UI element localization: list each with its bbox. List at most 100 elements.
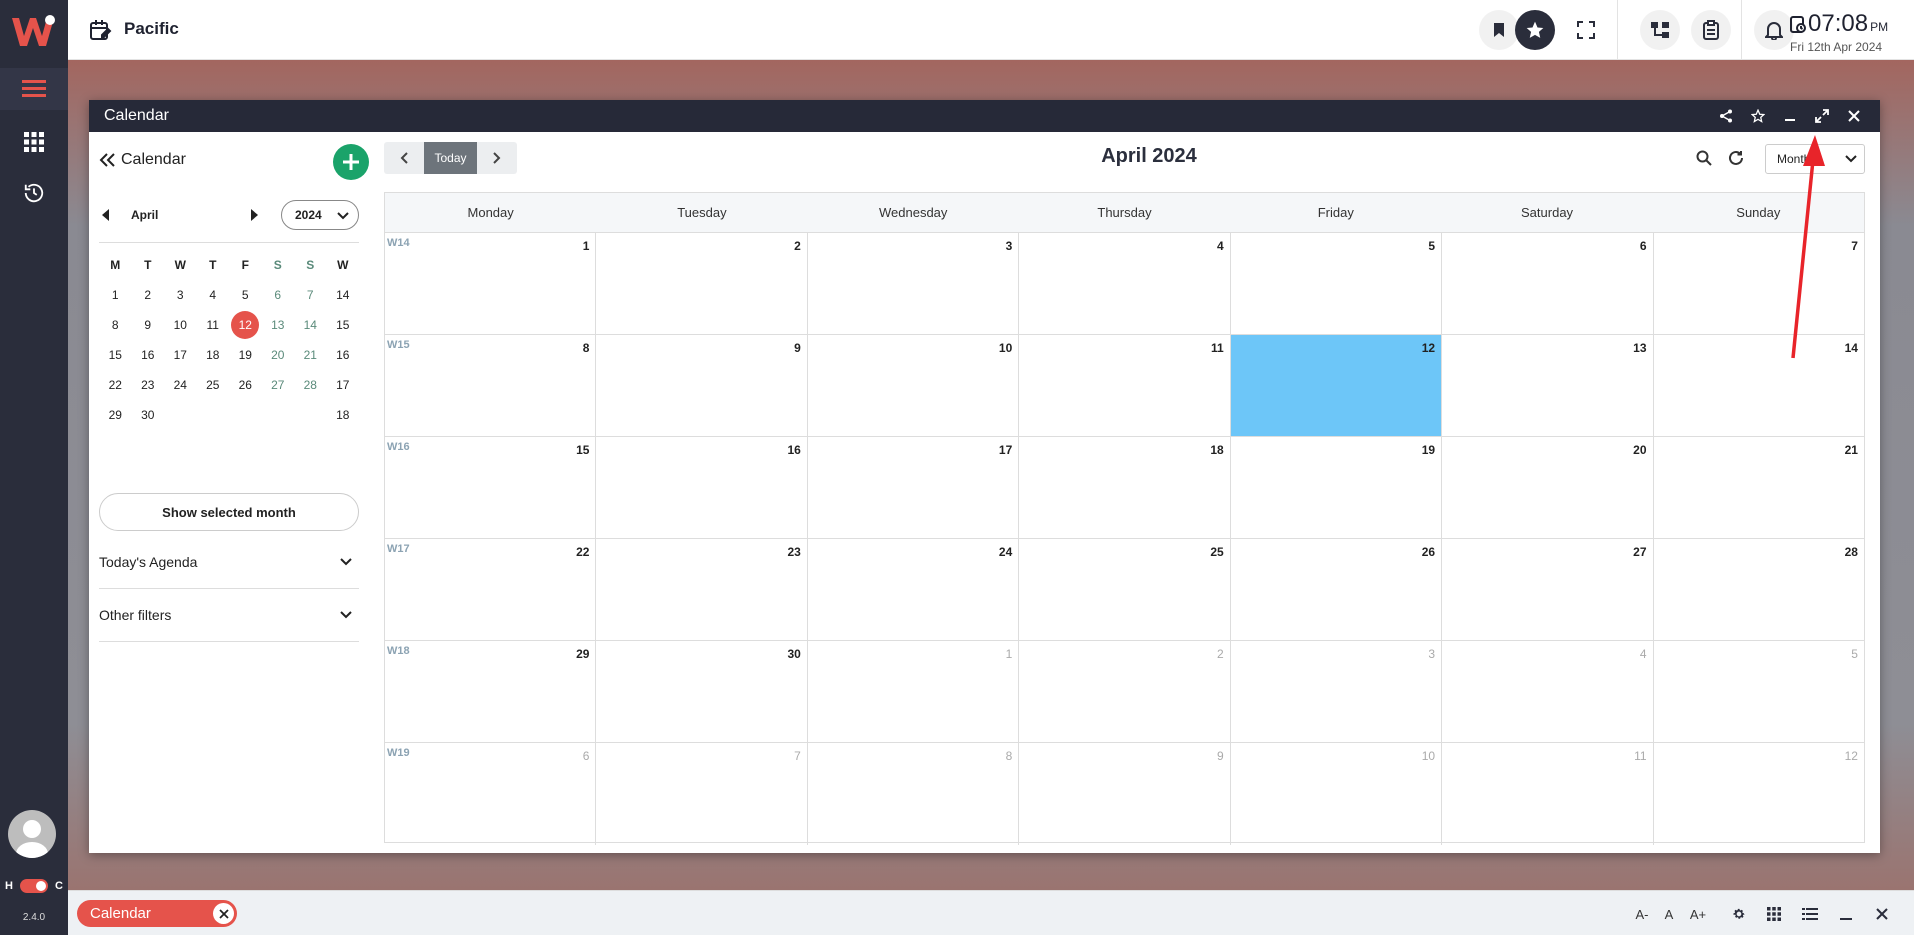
mini-calendar-day[interactable]: 3	[164, 288, 197, 302]
mini-calendar-day[interactable]: 1	[99, 288, 132, 302]
day-cell[interactable]: 10	[808, 335, 1020, 436]
day-cell[interactable]: 15	[385, 437, 597, 538]
day-cell[interactable]: 5	[1231, 233, 1443, 334]
mini-calendar-day[interactable]: 18	[197, 348, 230, 362]
list-view-icon[interactable]	[1799, 903, 1821, 925]
mini-calendar-day[interactable]: 12	[229, 311, 262, 339]
apps-grid-icon[interactable]	[14, 122, 54, 162]
avatar[interactable]	[8, 810, 56, 858]
day-cell[interactable]: 24	[808, 539, 1020, 640]
mini-calendar-day[interactable]: 5	[229, 288, 262, 302]
mini-calendar-day[interactable]: 21	[294, 348, 327, 362]
mini-calendar-day[interactable]: 13	[262, 318, 295, 332]
prev-month-icon[interactable]	[102, 208, 110, 226]
maximize-icon[interactable]	[1810, 104, 1834, 128]
day-cell[interactable]: 18	[1019, 437, 1231, 538]
day-cell[interactable]: 8	[385, 335, 597, 436]
day-cell[interactable]: 29	[385, 641, 597, 742]
mini-calendar-day[interactable]: 17	[164, 348, 197, 362]
history-icon[interactable]	[14, 173, 54, 213]
day-cell[interactable]: 9	[596, 335, 808, 436]
font-reset-button[interactable]: A	[1660, 903, 1678, 925]
mini-calendar-day[interactable]: 16	[132, 348, 165, 362]
mini-calendar-day[interactable]: 27	[262, 378, 295, 392]
mini-calendar-day[interactable]: 6	[262, 288, 295, 302]
mini-calendar-day[interactable]: 4	[197, 288, 230, 302]
mini-calendar-day[interactable]: 15	[99, 348, 132, 362]
window-titlebar[interactable]: Calendar	[89, 100, 1880, 132]
mini-calendar-day[interactable]: 2	[132, 288, 165, 302]
day-cell[interactable]: 11	[1442, 743, 1654, 845]
day-cell[interactable]: 7	[1654, 233, 1864, 334]
other-filters-accordion[interactable]: Other filters	[99, 589, 359, 642]
mini-calendar-day[interactable]: 20	[262, 348, 295, 362]
minimize-all-icon[interactable]	[1835, 903, 1857, 925]
next-month-icon[interactable]	[250, 208, 258, 226]
show-selected-month-button[interactable]: Show selected month	[99, 493, 359, 531]
day-cell[interactable]: 20	[1442, 437, 1654, 538]
next-period-button[interactable]	[477, 142, 517, 174]
day-cell[interactable]: 17	[808, 437, 1020, 538]
taskbar-tab-calendar[interactable]: Calendar	[77, 900, 237, 927]
prev-period-button[interactable]	[384, 142, 424, 174]
day-cell[interactable]: 25	[1019, 539, 1231, 640]
close-icon[interactable]	[1842, 104, 1866, 128]
minimize-icon[interactable]	[1778, 104, 1802, 128]
mini-calendar-day[interactable]: 30	[132, 408, 165, 422]
day-cell[interactable]: 23	[596, 539, 808, 640]
day-cell[interactable]: 28	[1654, 539, 1864, 640]
mini-calendar-day[interactable]: 25	[197, 378, 230, 392]
mini-calendar-day[interactable]: 9	[132, 318, 165, 332]
day-cell[interactable]: 11	[1019, 335, 1231, 436]
add-event-button[interactable]	[333, 144, 369, 180]
day-cell[interactable]: 6	[1442, 233, 1654, 334]
bookmark-button[interactable]	[1479, 10, 1519, 50]
mini-calendar-day[interactable]: 7	[294, 288, 327, 302]
day-cell[interactable]: 2	[596, 233, 808, 334]
toggle-switch[interactable]	[20, 879, 48, 893]
day-cell[interactable]: 22	[385, 539, 597, 640]
menu-icon[interactable]	[0, 68, 68, 110]
day-cell[interactable]: 9	[1019, 743, 1231, 845]
day-cell[interactable]: 21	[1654, 437, 1864, 538]
star-icon[interactable]	[1746, 104, 1770, 128]
view-select[interactable]: Month	[1765, 144, 1865, 174]
grid-view-icon[interactable]	[1763, 903, 1785, 925]
day-cell[interactable]: 30	[596, 641, 808, 742]
year-select[interactable]: 2024	[281, 200, 359, 230]
mini-calendar-day[interactable]: 11	[197, 318, 230, 332]
todays-agenda-accordion[interactable]: Today's Agenda	[99, 536, 359, 589]
theme-toggle[interactable]: H C	[5, 878, 63, 894]
org-chart-icon[interactable]	[1640, 10, 1680, 50]
mini-calendar-day[interactable]: 23	[132, 378, 165, 392]
font-decrease-button[interactable]: A-	[1630, 903, 1654, 925]
day-cell[interactable]: 12	[1654, 743, 1864, 845]
mini-calendar-day[interactable]: 10	[164, 318, 197, 332]
day-cell-today[interactable]: 12	[1230, 335, 1443, 436]
mini-calendar-day[interactable]: 14	[294, 318, 327, 332]
close-tab-icon[interactable]	[213, 903, 234, 924]
day-cell[interactable]: 2	[1019, 641, 1231, 742]
day-cell[interactable]: 4	[1019, 233, 1231, 334]
day-cell[interactable]: 8	[808, 743, 1020, 845]
mini-calendar-day[interactable]: 26	[229, 378, 262, 392]
bell-icon[interactable]	[1754, 10, 1794, 50]
day-cell[interactable]: 3	[1231, 641, 1443, 742]
share-icon[interactable]	[1714, 104, 1738, 128]
day-cell[interactable]: 6	[385, 743, 597, 845]
day-cell[interactable]: 26	[1231, 539, 1443, 640]
favorite-star-button[interactable]	[1515, 10, 1555, 50]
today-button[interactable]: Today	[424, 142, 477, 174]
day-cell[interactable]: 5	[1654, 641, 1864, 742]
mini-calendar-day[interactable]: 28	[294, 378, 327, 392]
mini-calendar-day[interactable]: 19	[229, 348, 262, 362]
clipboard-icon[interactable]	[1691, 10, 1731, 50]
search-icon[interactable]	[1692, 146, 1716, 170]
day-cell[interactable]: 16	[596, 437, 808, 538]
mini-calendar-day[interactable]: 29	[99, 408, 132, 422]
mini-calendar-day[interactable]: 22	[99, 378, 132, 392]
day-cell[interactable]: 7	[596, 743, 808, 845]
day-cell[interactable]: 10	[1231, 743, 1443, 845]
app-logo[interactable]	[10, 12, 56, 52]
mini-calendar-day[interactable]: 8	[99, 318, 132, 332]
